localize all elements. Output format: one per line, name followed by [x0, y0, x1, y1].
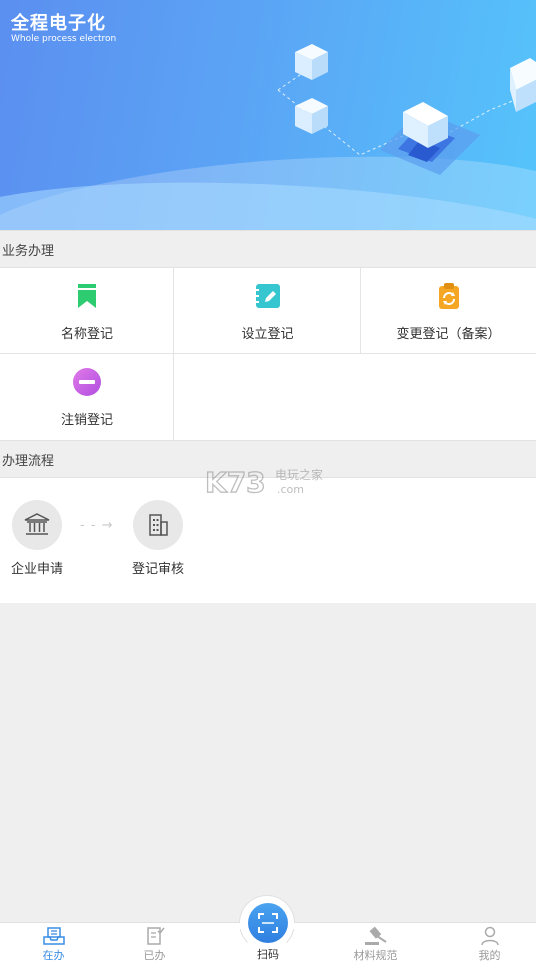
header-banner: 全程电子化 Whole process electron: [0, 0, 536, 230]
business-grid: 名称登记 设立登记 变更登记（备案） 注销登记: [0, 268, 536, 440]
grid-item-label: 设立登记: [241, 326, 294, 342]
tab-in-progress[interactable]: 在办: [0, 923, 107, 964]
building-icon: [149, 514, 168, 536]
watermark-line2: .com: [277, 483, 304, 496]
scan-icon: [258, 913, 278, 933]
inbox-tray-icon: [42, 927, 65, 945]
establishment-registration-button[interactable]: 设立登记: [174, 268, 361, 354]
divider: [173, 268, 174, 440]
step-circle: [12, 500, 62, 550]
minus-circle-icon: [73, 367, 101, 396]
app-title: 全程电子化: [11, 13, 106, 34]
step-label: 登记审核: [131, 562, 184, 577]
scan-label: 扫码: [257, 948, 279, 961]
divider: [360, 268, 361, 354]
process-step-review: 登记审核: [127, 500, 189, 577]
clipboard-refresh-icon: [438, 282, 459, 309]
flow-arrow: - - →: [80, 518, 114, 533]
section-heading-business: 业务办理: [0, 230, 536, 268]
watermark-brand: K73: [205, 466, 266, 499]
tab-label: 已办: [143, 949, 166, 962]
step-label: 企业申请: [10, 562, 63, 577]
deregistration-button[interactable]: 注销登记: [0, 354, 174, 440]
tab-completed[interactable]: 已办: [101, 923, 208, 964]
process-step-apply: 企业申请: [6, 500, 68, 577]
watermark-line1: 电玩之家: [275, 467, 323, 482]
tab-label: 在办: [42, 949, 65, 962]
tab-label: 材料规范: [353, 949, 398, 962]
scan-button[interactable]: [248, 903, 288, 943]
user-icon: [480, 926, 499, 946]
grid-item-label: 变更登记（备案）: [396, 326, 501, 342]
name-registration-button[interactable]: 名称登记: [0, 268, 174, 354]
notebook-edit-icon: [254, 283, 280, 308]
k73-watermark: K73 电玩之家 .com: [205, 465, 323, 499]
divider: [0, 353, 536, 354]
bank-icon: [24, 513, 50, 535]
gavel-icon: [364, 926, 387, 945]
bookmark-icon: [78, 283, 96, 308]
tab-material-standards[interactable]: 材料规范: [322, 923, 429, 964]
app-subtitle: Whole process electron: [11, 34, 117, 44]
checked-document-icon: [146, 927, 165, 945]
grid-item-label: 注销登记: [60, 412, 113, 428]
change-registration-button[interactable]: 变更登记（备案）: [361, 268, 536, 354]
tab-mine[interactable]: 我的: [436, 923, 536, 964]
tab-label: 我的: [478, 949, 501, 962]
cubes-illustration: [277, 44, 536, 175]
grid-item-label: 名称登记: [60, 326, 113, 342]
step-circle: [133, 500, 183, 550]
